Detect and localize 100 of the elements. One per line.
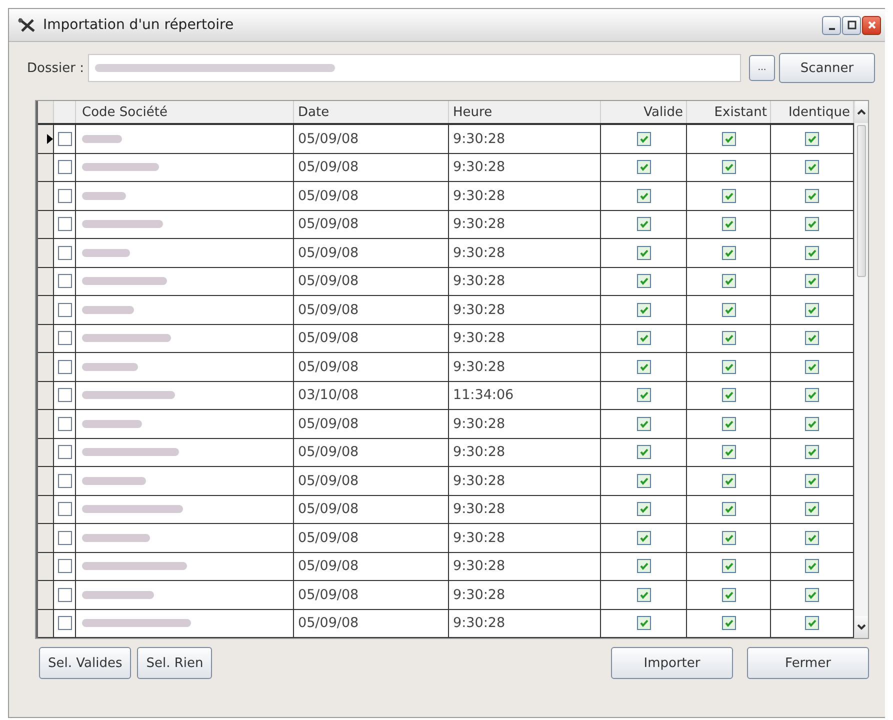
column-header[interactable]: Valide: [601, 101, 687, 123]
row-checkbox[interactable]: [58, 502, 72, 516]
row-header[interactable]: [38, 210, 54, 238]
column-header[interactable]: Date: [294, 101, 449, 123]
close-button[interactable]: [862, 16, 881, 34]
checkbox[interactable]: [722, 616, 736, 630]
row-checkbox[interactable]: [58, 445, 72, 460]
checkbox[interactable]: [636, 502, 650, 516]
checkbox[interactable]: [722, 331, 736, 346]
checkbox[interactable]: [636, 274, 650, 288]
action-button[interactable]: Importer: [611, 647, 733, 679]
checkbox[interactable]: [805, 388, 819, 402]
row-checkbox[interactable]: [58, 474, 72, 488]
checkbox[interactable]: [722, 360, 736, 374]
column-header[interactable]: Heure: [449, 101, 601, 123]
checkbox[interactable]: [636, 388, 650, 402]
checkbox[interactable]: [722, 445, 736, 460]
checkbox[interactable]: [722, 388, 736, 402]
row-header[interactable]: [38, 125, 54, 152]
row-header[interactable]: [38, 324, 54, 352]
checkbox[interactable]: [636, 416, 650, 431]
row-header[interactable]: [38, 182, 54, 210]
browse-button[interactable]: ...: [749, 55, 775, 81]
vertical-scrollbar[interactable]: [854, 101, 868, 638]
checkbox[interactable]: [722, 416, 736, 431]
checkbox[interactable]: [722, 588, 736, 602]
row-header[interactable]: [38, 154, 54, 181]
row-header[interactable]: [38, 410, 54, 438]
checkbox[interactable]: [636, 616, 650, 630]
checkbox[interactable]: [722, 274, 736, 288]
checkbox[interactable]: [722, 188, 736, 203]
checkbox[interactable]: [805, 616, 819, 630]
checkbox[interactable]: [636, 445, 650, 460]
checkbox[interactable]: [636, 188, 650, 203]
column-header[interactable]: Code Société: [76, 101, 294, 123]
checkbox[interactable]: [805, 246, 819, 260]
checkbox[interactable]: [805, 559, 819, 574]
row-checkbox[interactable]: [58, 588, 72, 602]
scroll-down-button[interactable]: [855, 616, 868, 638]
row-header[interactable]: [38, 467, 54, 494]
checkbox[interactable]: [722, 160, 736, 174]
checkbox[interactable]: [722, 246, 736, 260]
checkbox[interactable]: [805, 331, 819, 346]
checkbox[interactable]: [636, 246, 650, 260]
action-button[interactable]: Fermer: [747, 647, 869, 679]
checkbox[interactable]: [636, 474, 650, 488]
column-header[interactable]: Existant: [687, 101, 771, 123]
checkbox[interactable]: [636, 132, 650, 146]
row-header[interactable]: [38, 239, 54, 266]
row-checkbox[interactable]: [58, 530, 72, 545]
checkbox[interactable]: [805, 132, 819, 146]
checkbox[interactable]: [805, 160, 819, 174]
checkbox[interactable]: [805, 217, 819, 232]
row-header[interactable]: [38, 524, 54, 552]
row-header[interactable]: [38, 438, 54, 466]
row-checkbox[interactable]: [58, 160, 72, 174]
row-header[interactable]: [38, 268, 54, 295]
checkbox[interactable]: [805, 474, 819, 488]
row-checkbox[interactable]: [58, 188, 72, 203]
checkbox[interactable]: [805, 188, 819, 203]
row-header[interactable]: [38, 353, 54, 380]
checkbox[interactable]: [722, 502, 736, 516]
row-header[interactable]: [38, 296, 54, 324]
scroll-thumb[interactable]: [857, 125, 866, 277]
checkbox[interactable]: [636, 302, 650, 317]
row-header[interactable]: [38, 552, 54, 580]
row-header[interactable]: [38, 581, 54, 608]
checkbox[interactable]: [722, 217, 736, 232]
checkbox[interactable]: [805, 530, 819, 545]
row-checkbox[interactable]: [58, 559, 72, 574]
checkbox[interactable]: [805, 360, 819, 374]
row-header[interactable]: [38, 496, 54, 523]
checkbox[interactable]: [722, 132, 736, 146]
scroll-up-button[interactable]: [855, 101, 868, 123]
checkbox[interactable]: [722, 474, 736, 488]
checkbox[interactable]: [722, 530, 736, 545]
row-checkbox[interactable]: [58, 360, 72, 374]
row-checkbox[interactable]: [58, 616, 72, 630]
row-checkbox[interactable]: [58, 388, 72, 402]
checkbox[interactable]: [636, 530, 650, 545]
checkbox[interactable]: [636, 360, 650, 374]
checkbox[interactable]: [805, 502, 819, 516]
scan-button[interactable]: Scanner: [779, 53, 875, 83]
row-checkbox[interactable]: [58, 274, 72, 288]
checkbox[interactable]: [636, 331, 650, 346]
row-header[interactable]: [38, 382, 54, 409]
checkbox[interactable]: [636, 588, 650, 602]
row-checkbox[interactable]: [58, 246, 72, 260]
row-checkbox[interactable]: [58, 217, 72, 232]
row-checkbox[interactable]: [58, 132, 72, 146]
checkbox[interactable]: [805, 302, 819, 317]
checkbox[interactable]: [636, 160, 650, 174]
checkbox[interactable]: [805, 416, 819, 431]
checkbox[interactable]: [636, 217, 650, 232]
checkbox[interactable]: [722, 302, 736, 317]
checkbox[interactable]: [805, 274, 819, 288]
minimize-button[interactable]: [822, 16, 841, 34]
checkbox[interactable]: [722, 559, 736, 574]
maximize-button[interactable]: [842, 16, 861, 34]
row-checkbox[interactable]: [58, 331, 72, 346]
